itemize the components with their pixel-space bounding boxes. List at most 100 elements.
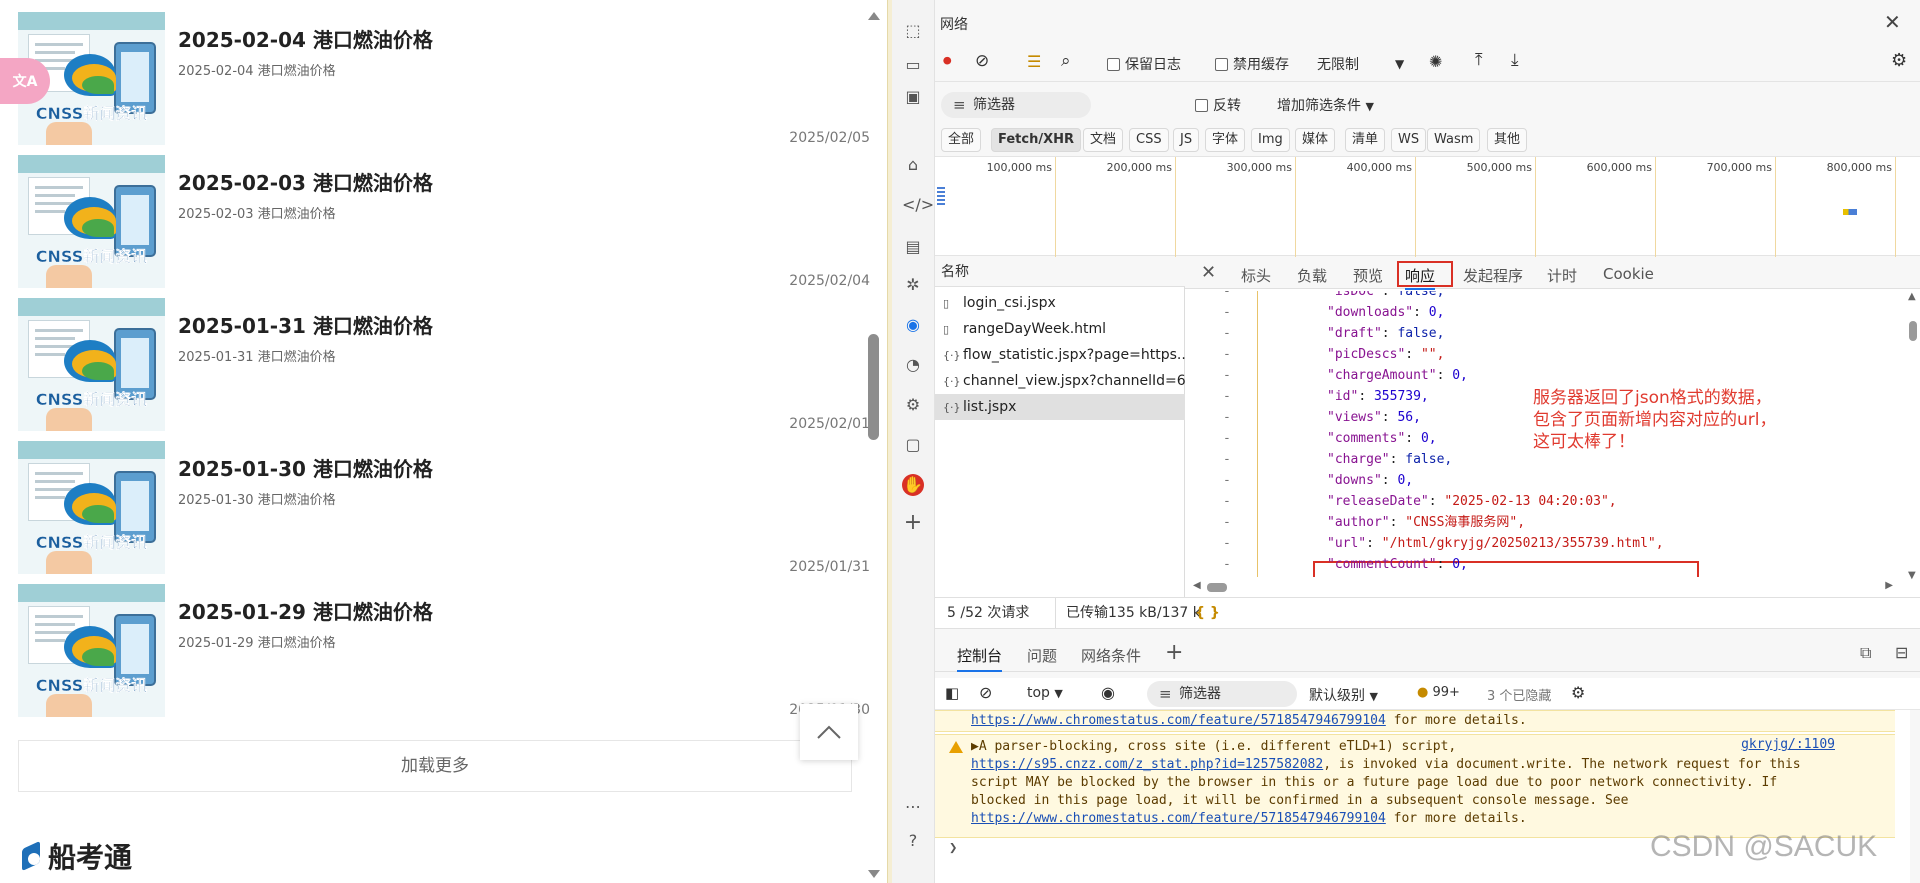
news-title[interactable]: 2025-01-29 港口燃油价格 (178, 596, 433, 625)
type-filter-5[interactable]: 字体 (1205, 128, 1246, 152)
scroll-down-icon[interactable] (868, 870, 880, 878)
console-prompt[interactable]: ❯ (949, 840, 957, 856)
pretty-print-button[interactable]: { } (1195, 598, 1220, 628)
type-filter-2[interactable]: 文档 (1083, 128, 1124, 152)
news-item[interactable]: CNSS新闻资讯 2025-01-30 港口燃油价格 2025-01-30 港口燃油… (18, 441, 870, 575)
drawer-tab-2[interactable]: 网络条件 (1081, 645, 1141, 666)
site-brand[interactable]: 船考通 (18, 836, 132, 876)
news-thumbnail[interactable]: CNSS新闻资讯 (18, 298, 165, 431)
name-column-header[interactable]: 名称 (935, 257, 1185, 287)
detail-tab-2[interactable]: 预览 (1353, 265, 1383, 286)
network-conditions-icon[interactable]: ✺ (1429, 52, 1442, 71)
request-row[interactable]: ▯ rangeDayWeek.html (935, 316, 1185, 342)
throttle-select[interactable]: 无限制 (1317, 54, 1359, 74)
console-link[interactable]: https://s95.cnzz.com/z_stat.php?id=12575… (971, 757, 1323, 772)
chevron-down-icon[interactable]: ▼ (1395, 57, 1404, 71)
news-item[interactable]: CNSS新闻资讯 2025-02-04 港口燃油价格 2025-02-04 港口燃油… (18, 12, 870, 146)
add-panel-icon[interactable]: + (902, 512, 924, 534)
log-level-select[interactable]: 默认级别 ▼ (1309, 685, 1378, 705)
more-icon[interactable]: ⋯ (902, 796, 924, 818)
issues-badge[interactable]: ● 99+ (1417, 685, 1460, 700)
news-thumbnail[interactable]: CNSS新闻资讯 (18, 441, 165, 574)
response-body[interactable]: 服务器返回了json格式的数据， 包含了页面新增内容对应的url， 这可太棒了！ -… (1185, 291, 1905, 577)
scrollbar-thumb[interactable] (1207, 583, 1227, 592)
scroll-up-icon[interactable]: ▲ (1908, 291, 1916, 302)
drawer-tab-1[interactable]: 问题 (1027, 645, 1057, 666)
type-filter-8[interactable]: 清单 (1345, 128, 1386, 152)
translate-icon[interactable]: 文A (0, 58, 50, 104)
detail-tab-5[interactable]: 计时 (1547, 265, 1577, 286)
news-thumbnail[interactable]: CNSS新闻资讯 (18, 584, 165, 717)
filter-input[interactable]: 筛选器 (941, 92, 1091, 118)
detail-tab-1[interactable]: 负载 (1297, 265, 1327, 286)
news-title[interactable]: 2025-02-03 港口燃油价格 (178, 167, 433, 196)
scroll-left-icon[interactable]: ◀ (1193, 580, 1201, 591)
console-link[interactable]: https://www.chromestatus.com/feature/571… (971, 811, 1386, 826)
news-thumbnail[interactable]: CNSS新闻资讯 (18, 155, 165, 288)
detail-tab-4[interactable]: 发起程序 (1463, 265, 1523, 286)
performance-icon[interactable]: ◔ (902, 354, 924, 376)
close-icon[interactable]: ✕ (1884, 10, 1901, 34)
type-filter-4[interactable]: JS (1173, 128, 1200, 152)
request-row[interactable]: {·} list.jspx (935, 394, 1185, 420)
type-filter-0[interactable]: 全部 (941, 128, 982, 152)
page-scrollbar[interactable] (863, 8, 883, 878)
type-filter-1[interactable]: Fetch/XHR (991, 128, 1082, 152)
device-toolbar-icon[interactable]: ▭ (902, 54, 924, 76)
memory-icon[interactable]: ⚙ (902, 394, 924, 416)
live-expression-eye-icon[interactable]: ◉ (1101, 683, 1115, 702)
export-har-icon[interactable]: ⤓ (1511, 50, 1519, 70)
clear-icon[interactable]: ⊘ (975, 51, 989, 71)
console-filter-input[interactable]: 筛选器 (1147, 681, 1297, 707)
more-filters-dropdown[interactable]: 增加筛选条件 ▼ (1277, 95, 1374, 115)
request-row[interactable]: ▯ login_csi.jspx (935, 290, 1185, 316)
scroll-right-icon[interactable]: ▶ (1885, 580, 1893, 591)
stop-hand-icon[interactable]: ✋ (902, 474, 924, 496)
dock-icon[interactable]: ⧉ (1860, 643, 1871, 663)
import-har-icon[interactable]: ⤒ (1475, 50, 1483, 70)
context-select[interactable]: top ▼ (1027, 685, 1063, 701)
search-icon[interactable]: ⌕ (1061, 51, 1071, 71)
console-link[interactable]: https://www.chromestatus.com/feature/571… (971, 713, 1386, 728)
source-link[interactable]: gkryjg/:1109 (1741, 737, 1835, 752)
disable-cache-checkbox[interactable]: 禁用缓存 (1215, 54, 1289, 74)
clear-console-icon[interactable]: ⊘ (979, 683, 992, 702)
scroll-down-icon[interactable]: ▼ (1908, 570, 1916, 581)
scroll-up-icon[interactable] (868, 12, 880, 20)
elements-icon[interactable]: </> (902, 194, 934, 216)
close-detail-icon[interactable]: ✕ (1201, 262, 1216, 283)
console-icon[interactable]: ▤ (902, 236, 924, 258)
sources-bug-icon[interactable]: ✲ (902, 274, 924, 296)
help-icon[interactable]: ? (902, 830, 924, 852)
news-title[interactable]: 2025-01-30 港口燃油价格 (178, 453, 433, 482)
horizontal-scrollbar[interactable]: ◀ ▶ (1193, 580, 1893, 593)
preserve-log-checkbox[interactable]: 保留日志 (1107, 54, 1181, 74)
detail-tab-6[interactable]: Cookie (1603, 265, 1654, 283)
close-drawer-icon[interactable]: ⊟ (1895, 643, 1908, 662)
application-icon[interactable]: ▢ (902, 434, 924, 456)
record-stop-icon[interactable]: ⏺ (943, 51, 952, 71)
type-filter-3[interactable]: CSS (1129, 128, 1169, 152)
type-filter-11[interactable]: 其他 (1487, 128, 1528, 152)
news-title[interactable]: 2025-02-04 港口燃油价格 (178, 24, 433, 53)
network-wifi-icon[interactable]: ◉ (902, 314, 924, 336)
sidebar-toggle-icon[interactable]: ◧ (945, 684, 959, 702)
home-icon[interactable]: ⌂ (902, 154, 924, 176)
filter-funnel-icon[interactable]: ☰ (1027, 52, 1041, 71)
console-settings-gear-icon[interactable]: ⚙ (1571, 683, 1585, 702)
request-row[interactable]: {·} flow_statistic.jspx?page=https... (935, 342, 1185, 368)
detail-tab-0[interactable]: 标头 (1241, 265, 1271, 286)
scrollbar-thumb[interactable] (868, 334, 879, 440)
load-more-button[interactable]: 加载更多 (18, 740, 852, 792)
type-filter-6[interactable]: Img (1251, 128, 1290, 152)
type-filter-9[interactable]: WS (1391, 128, 1427, 152)
news-item[interactable]: CNSS新闻资讯 2025-02-03 港口燃油价格 2025-02-03 港口燃油… (18, 155, 870, 289)
request-row[interactable]: {·} channel_view.jspx?channelId=63 (935, 368, 1185, 394)
drawer-tab-0[interactable]: 控制台 (957, 645, 1003, 672)
vertical-scrollbar[interactable]: ▲ ▼ (1907, 291, 1919, 581)
news-item[interactable]: CNSS新闻资讯 2025-01-31 港口燃油价格 2025-01-31 港口燃油… (18, 298, 870, 432)
settings-gear-icon[interactable]: ⚙ (1891, 50, 1907, 71)
inspect-icon[interactable]: ⬚ (902, 20, 924, 42)
add-drawer-tab-icon[interactable]: + (1165, 640, 1183, 665)
window-icon[interactable]: ▣ (902, 86, 924, 108)
